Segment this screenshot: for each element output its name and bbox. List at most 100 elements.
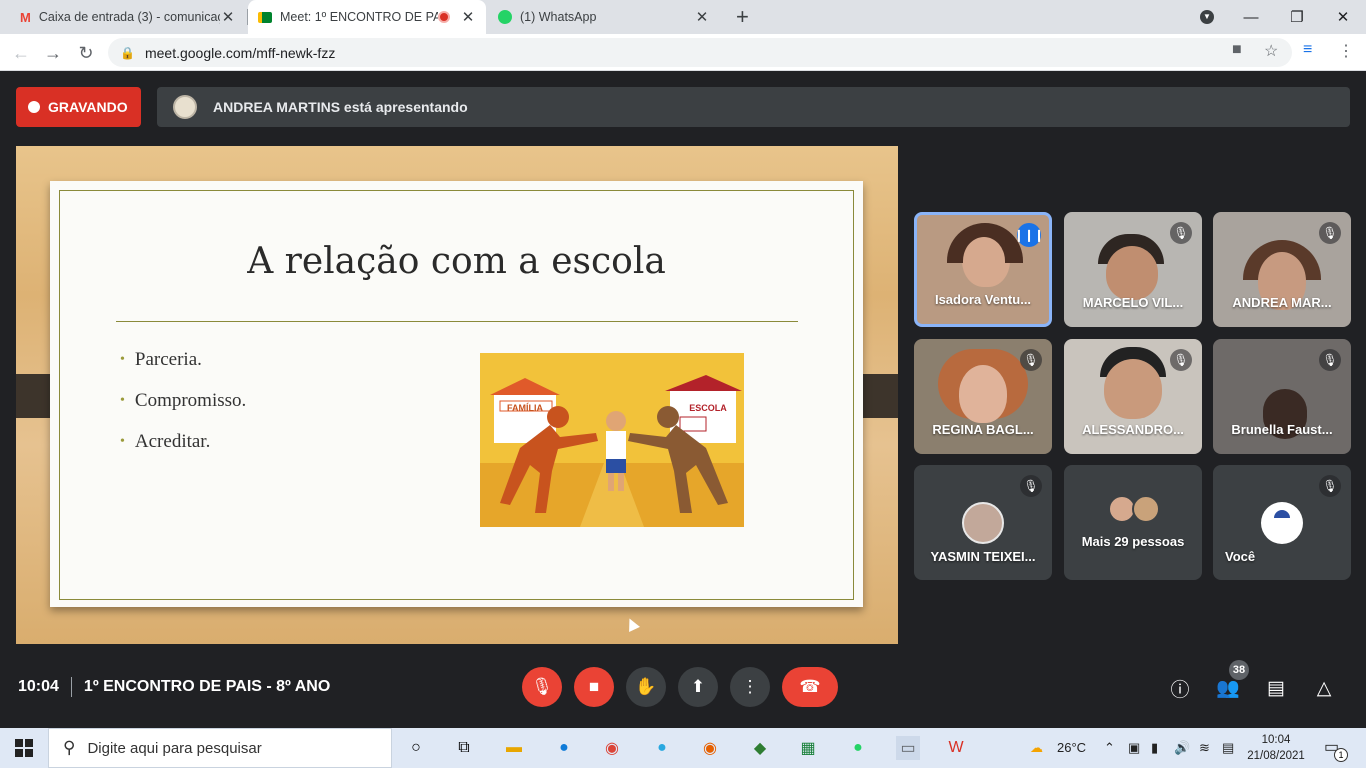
tab-title: Meet: 1º ENCONTRO DE PAIS (280, 10, 438, 24)
muted-mic-icon: 🎙 (1170, 222, 1192, 244)
participant-tile[interactable]: ❙❙❙ Isadora Ventu... (914, 212, 1052, 327)
new-tab-icon[interactable]: + (736, 4, 749, 30)
present-button[interactable]: ⬆ (678, 667, 718, 707)
bullet-item: • Compromisso. (120, 389, 247, 411)
tab-whatsapp[interactable]: (1) WhatsApp ✕ (488, 0, 720, 34)
weather-icon[interactable]: ☁ (1030, 740, 1043, 756)
menu-icon[interactable]: ⋮ (1338, 41, 1354, 61)
edge-icon[interactable]: ● (552, 736, 576, 760)
reload-icon[interactable]: ↻ (73, 40, 99, 66)
participant-name: REGINA BAGL... (932, 422, 1034, 437)
window-close-icon[interactable]: ✕ (1320, 0, 1366, 34)
divider (116, 321, 798, 322)
gmail-icon: M (20, 9, 31, 25)
slide-bullets: • Parceria. • Compromisso. • Acreditar. (120, 339, 246, 462)
tray-icon[interactable]: ▣ (1128, 740, 1140, 756)
address-bar[interactable]: 🔒 meet.google.com/mff-newk-fzz (108, 38, 1292, 67)
taskbar-search-input[interactable]: ⚲ Digite aqui para pesquisar (48, 728, 392, 768)
whatsapp-icon (498, 10, 512, 24)
end-call-icon: ☎ (799, 677, 821, 696)
weather-app-icon[interactable]: ● (650, 736, 674, 760)
chat-icon[interactable]: ▤ (1263, 675, 1289, 701)
avatar (173, 95, 197, 119)
app-icon[interactable]: ◆ (748, 736, 772, 760)
search-icon: ⚲ (63, 738, 76, 757)
presenter-banner: ANDREA MARTINS está apresentando (157, 87, 1350, 127)
minimize-icon[interactable]: — (1228, 0, 1274, 34)
bullet-item: • Parceria. (120, 348, 202, 370)
firefox-icon[interactable]: ◉ (698, 736, 722, 760)
record-dot-icon (28, 101, 40, 113)
close-icon[interactable]: ✕ (220, 8, 236, 26)
bullet-item: • Acreditar. (120, 430, 211, 452)
tab-gmail[interactable]: M Caixa de entrada (3) - comunicação ✕ (10, 0, 246, 34)
sheets-icon[interactable]: ▦ (796, 736, 820, 760)
bookmark-star-icon[interactable]: ☆ (1264, 41, 1278, 61)
close-icon[interactable]: ✕ (460, 8, 476, 26)
clock-time: 10:04 (1261, 734, 1291, 746)
meeting-details: 10:04 1º ENCONTRO DE PAIS - 8º ANO (18, 677, 330, 697)
maximize-icon[interactable]: ❐ (1274, 0, 1320, 34)
search-placeholder: Digite aqui para pesquisar (87, 739, 262, 757)
participant-tile[interactable]: 🎙 Brunella Faust... (1213, 339, 1351, 454)
participant-video (1106, 246, 1158, 300)
muted-mic-icon: 🎙 (1319, 475, 1341, 497)
tab-search-icon[interactable]: ▼ (1184, 0, 1230, 34)
url-text: meet.google.com/mff-newk-fzz (144, 44, 336, 61)
avatar (1132, 495, 1160, 523)
participant-tile[interactable]: 🎙 ANDREA MAR... (1213, 212, 1351, 327)
presentation-screen: A relação com a escola • Parceria. • Compr… (16, 146, 898, 644)
close-icon[interactable]: ✕ (694, 8, 710, 26)
back-icon[interactable]: ← (8, 40, 34, 66)
family-label: FAMÍLIA (507, 403, 543, 413)
system-clock[interactable]: 10:04 21/08/2021 (1244, 732, 1308, 764)
participant-video (1104, 359, 1162, 419)
tray-icon[interactable]: ▤ (1222, 740, 1234, 756)
forward-icon[interactable]: → (40, 40, 66, 66)
cortana-icon[interactable]: ○ (404, 736, 428, 760)
slide: A relação com a escola • Parceria. • Compr… (50, 181, 863, 607)
participant-tile[interactable]: 🎙 MARCELO VIL... (1064, 212, 1202, 327)
meeting-title: 1º ENCONTRO DE PAIS - 8º ANO (83, 678, 331, 695)
participant-count-badge: 38 (1229, 660, 1249, 680)
windows-start-button[interactable] (0, 728, 48, 768)
tab-title: (1) WhatsApp (520, 10, 597, 24)
more-participants-tile[interactable]: Mais 29 pessoas (1064, 465, 1202, 580)
browser-toolbar: ← → ↻ 🔒 meet.google.com/mff-newk-fzz ■ ☆… (0, 34, 1366, 71)
participant-name: ALESSANDRO... (1082, 422, 1184, 437)
camera-icon[interactable]: ■ (1232, 41, 1242, 59)
whatsapp-icon[interactable]: ● (846, 736, 870, 760)
file-explorer-icon[interactable]: ▬ (502, 736, 526, 760)
clock-date: 21/08/2021 (1247, 750, 1305, 762)
chrome-icon[interactable]: ◉ (600, 736, 624, 760)
chevron-up-icon[interactable]: ⌃ (1104, 740, 1115, 756)
raise-hand-button[interactable]: ✋ (626, 667, 666, 707)
volume-icon[interactable]: 🔊 (1174, 740, 1190, 756)
more-options-button[interactable]: ⋮ (730, 667, 770, 707)
avatar (962, 502, 1004, 544)
participant-tile[interactable]: 🎙 ALESSANDRO... (1064, 339, 1202, 454)
meeting-info-icon[interactable]: ⓘ (1167, 675, 1193, 701)
recording-badge[interactable]: GRAVANDO (16, 87, 141, 127)
participant-tile[interactable]: 🎙 YASMIN TEIXEI... (914, 465, 1052, 580)
participant-tile-self[interactable]: 🎙 Você (1213, 465, 1351, 580)
camera-off-button[interactable]: ■ (574, 667, 614, 707)
camera-off-icon: ■ (588, 677, 600, 696)
tab-meet[interactable]: Meet: 1º ENCONTRO DE PAIS ✕ (248, 0, 486, 34)
presenter-text: ANDREA MARTINS está apresentando (213, 99, 468, 115)
more-participants-label: Mais 29 pessoas (1081, 534, 1185, 549)
muted-mic-icon: 🎙 (1020, 349, 1042, 371)
participant-tile[interactable]: 🎙 REGINA BAGL... (914, 339, 1052, 454)
app-icon[interactable]: W (944, 736, 968, 760)
mic-off-icon: 🎙 (531, 677, 553, 696)
battery-icon[interactable]: ▮ (1151, 740, 1158, 756)
wifi-icon[interactable]: ≋ (1199, 740, 1210, 756)
activities-icon[interactable]: △ (1311, 675, 1337, 701)
app-icon[interactable]: ▭ (896, 736, 920, 760)
extension-icon[interactable]: ≡ (1303, 41, 1312, 59)
mic-off-button[interactable]: 🎙 (522, 667, 562, 707)
task-view-icon[interactable]: ⧉ (452, 736, 476, 760)
leave-call-button[interactable]: ☎ (782, 667, 838, 707)
weather-temp[interactable]: 26°C (1057, 740, 1086, 755)
tab-title: Caixa de entrada (3) - comunicação (38, 10, 220, 24)
